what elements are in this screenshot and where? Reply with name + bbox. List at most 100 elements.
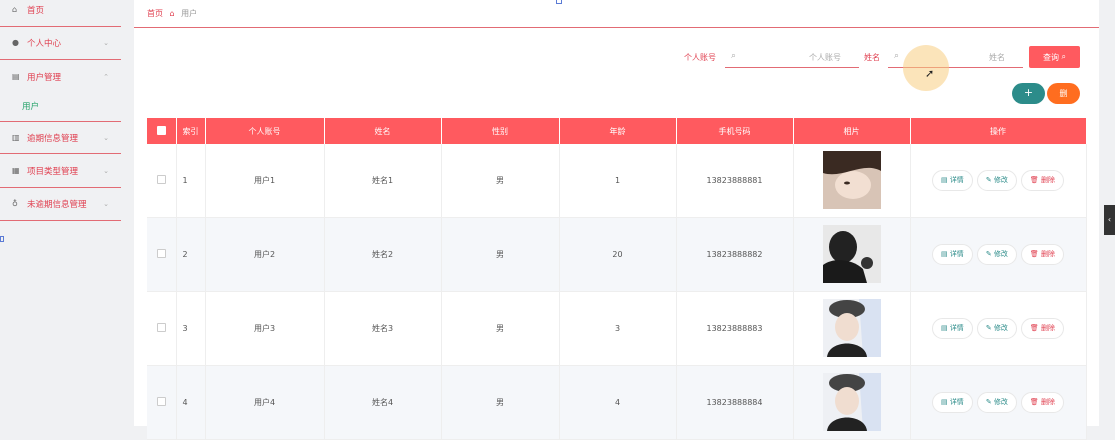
sidebar-item-not-overdue[interactable]: ♁ 未逾期信息管理 ⌄ bbox=[0, 188, 121, 221]
user-photo bbox=[822, 225, 881, 283]
sidebar: ⌂ 首页 ● 个人中心 ⌄ ▤ 用户管理 ⌃ 用户 ▥ 逾期信息管理 ⌄ ▦ 项… bbox=[0, 0, 121, 426]
edit-button[interactable]: ✎ 修改 bbox=[976, 243, 1017, 265]
chevron-down-icon: ⌄ bbox=[103, 39, 109, 47]
gender-cell: 男 bbox=[441, 144, 560, 218]
phone-cell: 13823888881 bbox=[676, 144, 794, 218]
delete-label: 删除 bbox=[1041, 397, 1056, 406]
actions-cell: ▤ 详情 ✎ 修改 🗑 删除 bbox=[910, 217, 1087, 292]
detail-button[interactable]: ▤ 详情 bbox=[931, 169, 973, 191]
delete-button[interactable]: 🗑 删除 bbox=[1020, 243, 1065, 265]
user-photo bbox=[822, 373, 881, 431]
column-header: 手机号码 bbox=[676, 118, 794, 144]
table-row: 4 用户4 姓名4 男 4 13823888884 ▤ 详情 ✎ 修改 🗑 删除 bbox=[147, 365, 1087, 440]
search-icon: ⌕ bbox=[731, 51, 737, 61]
delete-button[interactable]: 🗑 删除 bbox=[1020, 169, 1065, 191]
age-cell: 4 bbox=[559, 365, 677, 440]
name-cell: 姓名4 bbox=[324, 365, 442, 440]
batch-delete-button[interactable]: 删 bbox=[1047, 83, 1080, 104]
select-all-cell bbox=[147, 118, 177, 144]
breadcrumb: 首页 ⌂ 用户 bbox=[147, 8, 197, 19]
age-cell: 3 bbox=[559, 291, 677, 366]
detail-button[interactable]: ▤ 详情 bbox=[931, 317, 973, 339]
index-cell: 3 bbox=[176, 291, 206, 366]
user-photo bbox=[822, 299, 881, 357]
account-cell: 用户2 bbox=[205, 217, 325, 292]
sidebar-subitem-users[interactable]: 用户 bbox=[22, 100, 39, 112]
row-checkbox[interactable] bbox=[156, 322, 166, 332]
sidebar-item-project-type[interactable]: ▦ 项目类型管理 ⌄ bbox=[0, 155, 121, 188]
actions-cell: ▤ 详情 ✎ 修改 🗑 删除 bbox=[910, 144, 1087, 218]
account-search-input[interactable]: ⌕ 个人账号 bbox=[725, 46, 859, 68]
detail-label: 详情 bbox=[949, 175, 964, 184]
bulb-icon: ♁ bbox=[12, 199, 18, 208]
column-header: 索引 bbox=[176, 118, 206, 144]
photo-cell bbox=[793, 291, 911, 366]
edit-button[interactable]: ✎ 修改 bbox=[976, 391, 1017, 413]
sidebar-item-overdue[interactable]: ▥ 逾期信息管理 ⌄ bbox=[0, 121, 121, 154]
chevron-up-icon: ⌃ bbox=[103, 72, 109, 81]
home-icon: ⌂ bbox=[12, 5, 18, 14]
row-checkbox[interactable] bbox=[156, 174, 166, 184]
photo-cell bbox=[793, 365, 911, 440]
age-cell: 1 bbox=[559, 144, 677, 218]
detail-label: 详情 bbox=[949, 249, 964, 258]
name-placeholder: 姓名 bbox=[989, 53, 1005, 62]
sidebar-item-home[interactable]: ⌂ 首页 bbox=[0, 0, 121, 27]
column-header: 相片 bbox=[793, 118, 911, 144]
mouse-cursor-icon: ➚ bbox=[925, 67, 935, 80]
sidebar-item-user-management[interactable]: ▤ 用户管理 ⌃ bbox=[0, 60, 121, 93]
column-header: 年龄 bbox=[559, 118, 677, 144]
divider bbox=[134, 27, 1099, 28]
select-all-checkbox[interactable] bbox=[156, 125, 166, 135]
query-button[interactable]: 查询 ⌕ bbox=[1029, 46, 1080, 68]
account-placeholder: 个人账号 bbox=[809, 53, 841, 62]
name-cell: 姓名3 bbox=[324, 291, 442, 366]
delete-button[interactable]: 🗑 删除 bbox=[1020, 317, 1065, 339]
edit-label: 修改 bbox=[993, 397, 1008, 406]
add-button[interactable]: + bbox=[1012, 83, 1045, 104]
sidebar-item-label: 逾期信息管理 bbox=[27, 133, 79, 144]
chevron-down-icon: ⌄ bbox=[103, 167, 109, 175]
table-row: 3 用户3 姓名3 男 3 13823888883 ▤ 详情 ✎ 修改 🗑 删除 bbox=[147, 291, 1087, 366]
home-icon: ⌂ bbox=[169, 9, 175, 18]
actions-cell: ▤ 详情 ✎ 修改 🗑 删除 bbox=[910, 365, 1087, 440]
window-edge-marker bbox=[0, 236, 4, 242]
sidebar-item-profile[interactable]: ● 个人中心 ⌄ bbox=[0, 27, 121, 60]
name-cell: 姓名1 bbox=[324, 144, 442, 218]
column-header: 操作 bbox=[910, 118, 1087, 144]
delete-label: 删除 bbox=[1041, 249, 1056, 258]
column-header: 姓名 bbox=[324, 118, 442, 144]
collapse-handle[interactable]: ‹ bbox=[1104, 205, 1115, 235]
sidebar-item-label: 未逾期信息管理 bbox=[27, 200, 87, 210]
sidebar-item-label: 用户管理 bbox=[27, 72, 62, 83]
row-checkbox[interactable] bbox=[156, 248, 166, 258]
edit-label: 修改 bbox=[993, 323, 1008, 332]
grid-icon: ▦ bbox=[12, 166, 20, 175]
table-row: 2 用户2 姓名2 男 20 13823888882 ▤ 详情 ✎ 修改 🗑 删除 bbox=[147, 217, 1087, 292]
edit-label: 修改 bbox=[993, 249, 1008, 258]
phone-cell: 13823888884 bbox=[676, 365, 794, 440]
edit-button[interactable]: ✎ 修改 bbox=[976, 317, 1017, 339]
name-label: 姓名 bbox=[864, 53, 880, 62]
gender-cell: 男 bbox=[441, 217, 560, 292]
delete-button[interactable]: 🗑 删除 bbox=[1020, 391, 1065, 413]
gender-cell: 男 bbox=[441, 291, 560, 366]
detail-label: 详情 bbox=[949, 397, 964, 406]
edit-button[interactable]: ✎ 修改 bbox=[976, 169, 1017, 191]
row-checkbox[interactable] bbox=[156, 396, 166, 406]
breadcrumb-home[interactable]: 首页 bbox=[147, 9, 163, 18]
photo-cell bbox=[793, 217, 911, 292]
column-header: 个人账号 bbox=[205, 118, 325, 144]
chevron-down-icon: ⌄ bbox=[103, 133, 109, 142]
detail-label: 详情 bbox=[949, 323, 964, 332]
age-cell: 20 bbox=[559, 217, 677, 292]
breadcrumb-current: 用户 bbox=[181, 9, 198, 18]
user-icon: ● bbox=[12, 38, 19, 47]
delete-label: 删除 bbox=[1041, 175, 1056, 184]
detail-button[interactable]: ▤ 详情 bbox=[931, 243, 973, 265]
index-cell: 4 bbox=[176, 365, 206, 440]
account-cell: 用户3 bbox=[205, 291, 325, 366]
phone-cell: 13823888882 bbox=[676, 217, 794, 292]
detail-button[interactable]: ▤ 详情 bbox=[931, 391, 973, 413]
index-cell: 1 bbox=[176, 144, 206, 218]
